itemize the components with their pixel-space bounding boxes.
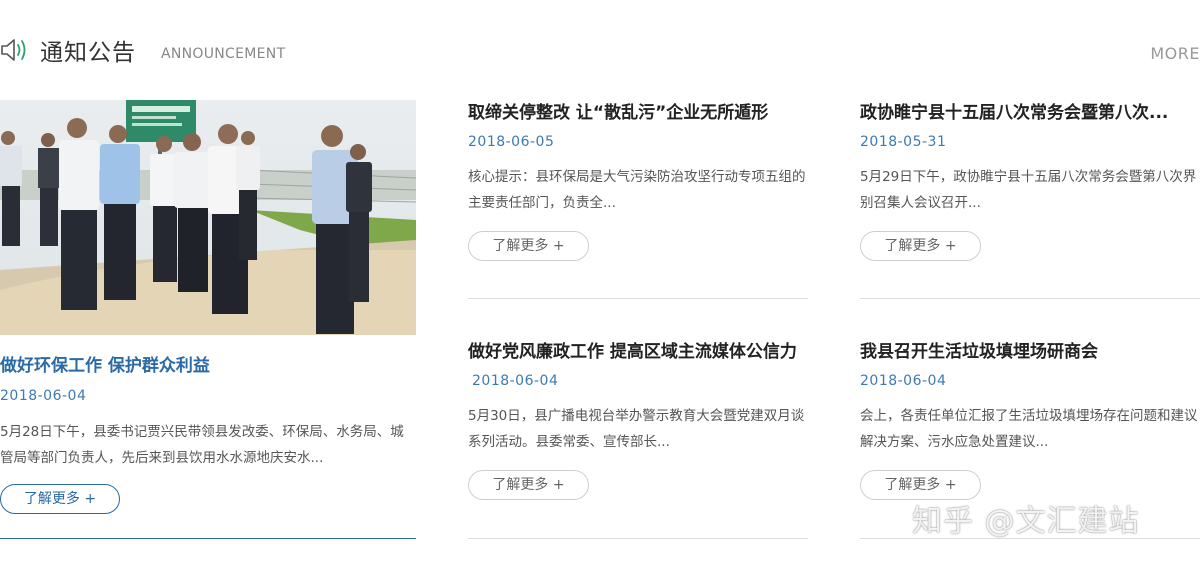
speaker-icon [1,39,26,61]
section-subtitle: ANNOUNCEMENT [161,46,286,62]
featured-news-date: 2018-06-04 [0,388,87,404]
featured-divider [0,538,416,539]
news-divider [860,298,1200,299]
featured-learn-more-button[interactable]: 了解更多 + [0,484,120,514]
news-summary: 5月29日下午，政协睢宁县十五届八次常务会暨第八次界别召集人会议召开... [860,169,1197,211]
learn-more-button[interactable]: 了解更多 + [860,231,981,261]
featured-photo[interactable] [0,100,416,335]
news-date: 2018-06-05 [468,134,555,150]
news-title[interactable]: 我县召开生活垃圾填埋场研商会 [860,337,1098,362]
news-date: 2018-06-04 [860,373,947,389]
news-date: 2018-05-31 [860,134,947,150]
news-divider [468,538,808,539]
news-summary: 5月30日，县广播电视台举办警示教育大会暨党建双月谈系列活动。县委常委、宣传部长… [468,408,805,450]
featured-news-summary: 5月28日下午，县委书记贾兴民带领县发改委、环保局、水务局、城管局等部门负责人，… [0,424,404,466]
learn-more-button[interactable]: 了解更多 + [468,470,589,500]
news-title[interactable]: 取缔关停整改 让“散乱污”企业无所遁形 [468,98,768,123]
news-title[interactable]: 政协睢宁县十五届八次常务会暨第八次... [860,98,1168,123]
section-title: 通知公告 [40,40,136,66]
news-summary: 核心提示：县环保局是大气污染防治攻坚行动专项五组的主要责任部门，负责全... [468,169,806,211]
news-date: 2018-06-04 [472,373,559,389]
more-link[interactable]: MORE [1150,44,1200,63]
news-title[interactable]: 做好党风廉政工作 提高区域主流媒体公信力 [468,337,797,362]
learn-more-button[interactable]: 了解更多 + [468,231,589,261]
featured-photo-image [0,100,416,335]
news-divider [468,298,808,299]
news-summary: 会上，各责任单位汇报了生活垃圾填埋场存在问题和建议解决方案、污水应急处置建议..… [860,408,1198,450]
featured-news-title[interactable]: 做好环保工作 保护群众利益 [0,351,210,376]
watermark: 知乎 @文汇建站 [912,504,1140,539]
